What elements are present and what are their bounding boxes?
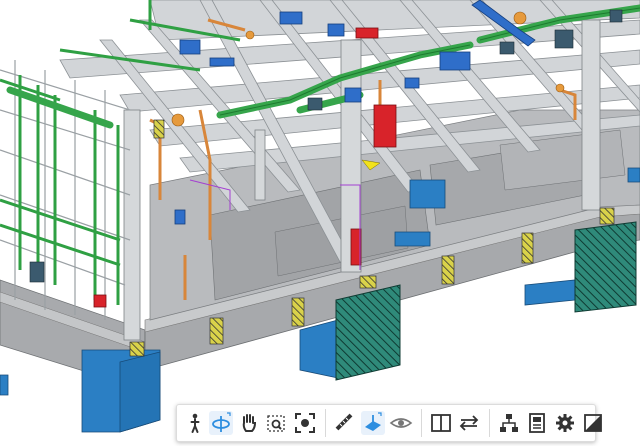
3d-viewport[interactable] — [0, 0, 640, 441]
fullscreen-icon[interactable] — [581, 411, 605, 435]
viewer-toolbar — [176, 404, 602, 442]
fit-to-view-icon[interactable] — [293, 411, 317, 435]
model-tree-icon[interactable] — [497, 411, 521, 435]
pan-hand-icon[interactable] — [237, 411, 261, 435]
split-view-icon[interactable] — [429, 411, 453, 435]
settings-gear-icon[interactable] — [553, 411, 577, 435]
properties-icon[interactable] — [525, 411, 549, 435]
section-plane-icon[interactable] — [361, 411, 385, 435]
orbit-icon[interactable] — [209, 411, 233, 435]
zoom-window-icon[interactable] — [265, 411, 289, 435]
person-walk-icon[interactable] — [183, 411, 207, 435]
measure-ruler-icon[interactable] — [333, 411, 357, 435]
bim-model-render[interactable] — [0, 0, 640, 441]
explode-view-icon[interactable] — [389, 411, 413, 435]
swap-arrows-icon[interactable] — [457, 411, 481, 435]
